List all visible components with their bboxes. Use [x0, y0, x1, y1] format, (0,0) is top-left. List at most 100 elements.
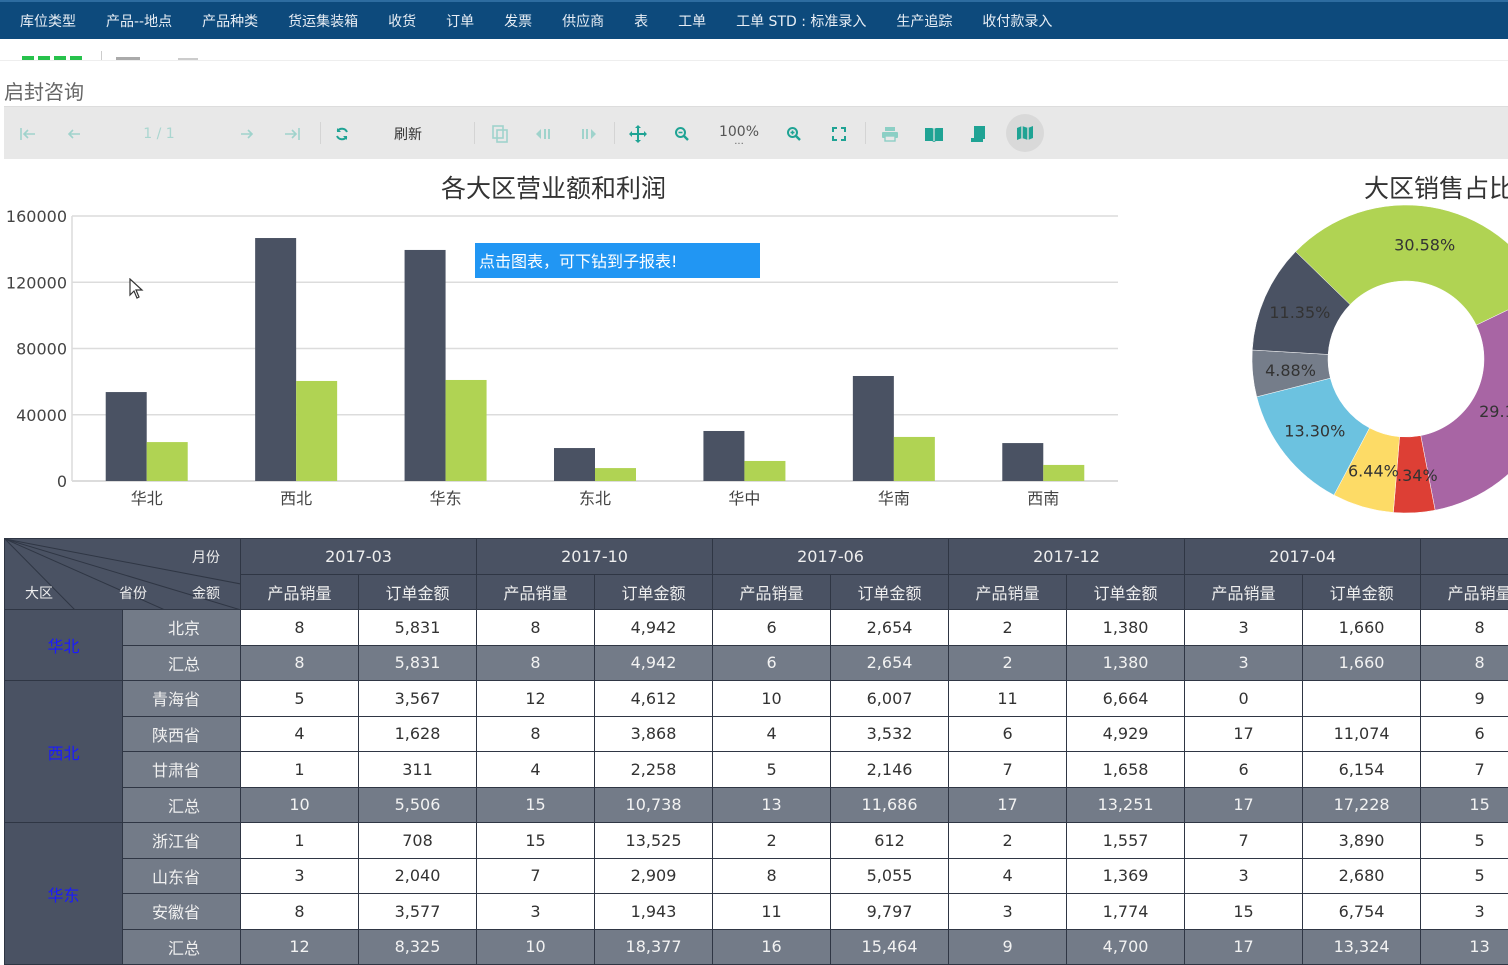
table-row: 陕西省41,62883,86843,53264,9291711,0746 — [5, 716, 1508, 752]
data-cell: 3,567 — [359, 681, 477, 717]
nav-item[interactable]: 收付款录入 — [982, 11, 1052, 31]
nav-item[interactable]: 生产追踪 — [896, 11, 952, 31]
nav-item[interactable]: 产品种类 — [202, 11, 258, 31]
region-link[interactable]: 西北 — [5, 681, 123, 823]
prev-section-icon[interactable] — [532, 107, 556, 160]
bar-revenue[interactable] — [703, 431, 744, 481]
bar-revenue[interactable] — [106, 392, 147, 481]
clipped-text — [116, 57, 140, 60]
data-cell: 5,506 — [359, 787, 477, 823]
fullscreen-icon[interactable] — [827, 107, 851, 160]
nav-item[interactable]: 工单 — [678, 11, 706, 31]
corner-month-label: 月份 — [192, 547, 220, 567]
move-icon[interactable] — [626, 107, 650, 160]
month-header: 2017-10 — [477, 539, 713, 575]
next-section-icon[interactable] — [577, 107, 601, 160]
nav-item[interactable]: 供应商 — [562, 11, 604, 31]
amount-header: 订单金额 — [831, 574, 949, 610]
book-icon[interactable] — [922, 107, 946, 160]
month-header: 2017-0 — [1421, 539, 1508, 575]
data-cell: 708 — [359, 823, 477, 859]
subtotal-row: 汇总85,83184,94262,65421,38031,6608 — [5, 645, 1508, 681]
data-cell: 2 — [713, 823, 831, 859]
bar-revenue[interactable] — [1002, 443, 1043, 481]
nav-item[interactable]: 工单 STD : 标准录入 — [736, 11, 866, 31]
bar-revenue[interactable] — [255, 238, 296, 481]
toolbar-divider — [865, 122, 866, 144]
nav-item[interactable]: 订单 — [446, 11, 474, 31]
bar-revenue[interactable] — [554, 448, 595, 481]
data-cell: 1,557 — [1067, 823, 1185, 859]
x-tick-label: 华东 — [430, 489, 462, 508]
qty-header: 产品销量 — [949, 574, 1067, 610]
data-cell: 1,369 — [1067, 858, 1185, 894]
nav-item[interactable]: 库位类型 — [20, 11, 76, 31]
bar-profit[interactable] — [1043, 465, 1084, 481]
first-page-icon[interactable] — [16, 107, 40, 160]
prev-page-icon[interactable] — [62, 107, 86, 160]
bar-chart[interactable]: 04000080000120000160000华北西北华东东北华中华南西南 — [0, 160, 1140, 520]
data-cell: 12 — [241, 929, 359, 965]
data-cell: 612 — [831, 823, 949, 859]
data-cell: 1,660 — [1303, 645, 1421, 681]
last-page-icon[interactable] — [280, 107, 304, 160]
refresh-icon[interactable] — [330, 107, 354, 160]
nav-item[interactable]: 收货 — [388, 11, 416, 31]
x-tick-label: 华北 — [131, 489, 163, 508]
nav-item[interactable]: 发票 — [504, 11, 532, 31]
bar-revenue[interactable] — [405, 250, 446, 481]
amount-header: 订单金额 — [1067, 574, 1185, 610]
print-icon[interactable] — [878, 107, 902, 160]
export-icon[interactable] — [488, 107, 512, 160]
nav-item[interactable]: 表 — [634, 11, 648, 31]
data-cell: 5,055 — [831, 858, 949, 894]
data-cell: 3,577 — [359, 894, 477, 930]
pie-slice-label: 6.44% — [1348, 461, 1399, 480]
data-cell: 6,754 — [1303, 894, 1421, 930]
data-cell: 9,797 — [831, 894, 949, 930]
bar-profit[interactable] — [595, 468, 636, 481]
region-link[interactable]: 华北 — [5, 610, 123, 681]
data-cell: 17 — [1185, 716, 1303, 752]
qty-header: 产品销量 — [1185, 574, 1303, 610]
data-cell: 4,929 — [1067, 716, 1185, 752]
zoom-level-selector[interactable]: 100% ... — [714, 107, 764, 160]
data-cell: 4 — [713, 716, 831, 752]
data-cell: 15 — [1421, 787, 1508, 823]
data-cell: 11 — [949, 681, 1067, 717]
amount-header: 订单金额 — [359, 574, 477, 610]
pie-chart[interactable]: 30.58%29.11%4.34%6.44%13.30%4.88%11.35% — [1238, 160, 1508, 520]
region-link[interactable]: 华东 — [5, 823, 123, 965]
corner-amount-label: 金额 — [192, 583, 220, 603]
table-row: 西北青海省53,567124,612106,007116,66409 — [5, 681, 1508, 717]
bar-revenue[interactable] — [853, 376, 894, 481]
nav-item[interactable]: 产品--地点 — [106, 11, 172, 31]
zoom-out-icon[interactable] — [670, 107, 694, 160]
data-cell: 15 — [1185, 894, 1303, 930]
data-cell: 4 — [241, 716, 359, 752]
refresh-button[interactable]: 刷新 — [384, 107, 432, 160]
bar-profit[interactable] — [296, 381, 337, 481]
bar-profit[interactable] — [147, 442, 188, 481]
data-cell: 10,738 — [595, 787, 713, 823]
data-cell: 4,942 — [595, 610, 713, 646]
data-cell: 2 — [949, 823, 1067, 859]
next-page-icon[interactable] — [235, 107, 259, 160]
nav-item[interactable]: 货运集装箱 — [288, 11, 358, 31]
qty-header: 产品销量 — [713, 574, 831, 610]
bar-profit[interactable] — [744, 461, 785, 481]
scroll-icon[interactable] — [966, 107, 990, 160]
y-tick-label: 0 — [57, 472, 67, 491]
data-cell: 2,654 — [831, 610, 949, 646]
province-cell: 汇总 — [123, 645, 241, 681]
data-cell: 6 — [1421, 716, 1508, 752]
map-icon[interactable] — [1006, 114, 1044, 152]
data-cell: 17 — [949, 787, 1067, 823]
bar-profit[interactable] — [894, 437, 935, 481]
data-cell: 8 — [241, 645, 359, 681]
bar-profit[interactable] — [446, 380, 487, 481]
data-cell: 16 — [713, 929, 831, 965]
page-title: 启封咨询 — [4, 76, 84, 105]
zoom-in-icon[interactable] — [782, 107, 806, 160]
pie-slice-label: 29.11% — [1479, 402, 1508, 421]
